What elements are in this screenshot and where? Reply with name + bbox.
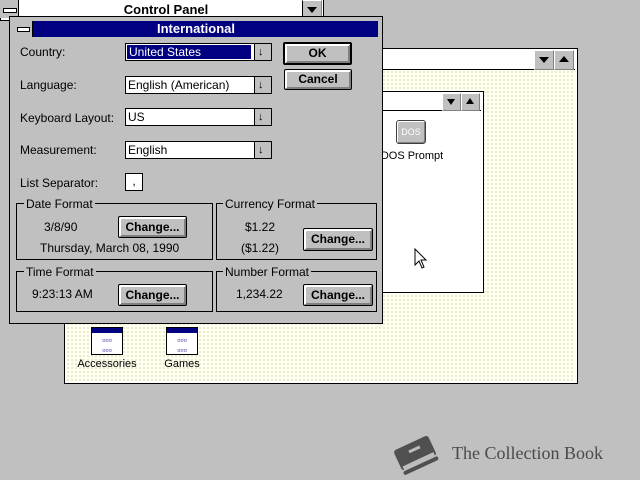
triangle-up-icon bbox=[466, 98, 474, 104]
number-format-change-button[interactable]: Change... bbox=[303, 284, 373, 306]
triangle-down-icon bbox=[539, 57, 549, 63]
date-format-short: 3/8/90 bbox=[44, 220, 78, 234]
international-dialog-title: International bbox=[14, 21, 378, 37]
dialog-system-menu-button[interactable] bbox=[14, 21, 33, 37]
measurement-value: English bbox=[128, 143, 168, 157]
currency-negative-value: ($1.22) bbox=[241, 241, 280, 255]
main-group-maximize-button[interactable] bbox=[461, 93, 480, 111]
accessories-group-label[interactable]: Accessories bbox=[70, 358, 144, 370]
number-format-title: Number Format bbox=[223, 265, 312, 279]
time-format-title: Time Format bbox=[24, 265, 96, 279]
games-group-label[interactable]: Games bbox=[152, 358, 212, 370]
dropdown-arrow-icon[interactable] bbox=[254, 44, 271, 60]
ok-button[interactable]: OK bbox=[283, 42, 352, 65]
keyboard-layout-value: US bbox=[128, 110, 145, 124]
program-items-glyph: ▫▫▫ ▫▫▫ bbox=[177, 335, 187, 355]
program-items-glyph: ▫▫▫ ▫▫▫ bbox=[102, 335, 112, 355]
country-dropdown[interactable]: United States bbox=[125, 43, 272, 61]
program-manager-maximize-button[interactable] bbox=[554, 50, 574, 70]
dropdown-arrow-icon[interactable] bbox=[254, 77, 271, 93]
language-dropdown[interactable]: English (American) bbox=[125, 76, 272, 94]
keyboard-layout-label: Keyboard Layout: bbox=[20, 111, 115, 125]
cancel-button[interactable]: Cancel bbox=[284, 69, 352, 90]
language-label: Language: bbox=[20, 78, 77, 92]
date-format-change-button[interactable]: Change... bbox=[118, 216, 187, 238]
triangle-up-icon bbox=[559, 56, 569, 62]
triangle-down-icon bbox=[307, 7, 317, 13]
time-format-change-button[interactable]: Change... bbox=[118, 284, 187, 306]
list-separator-input[interactable]: , bbox=[125, 173, 143, 191]
accessories-group-icon[interactable]: ▫▫▫ ▫▫▫ bbox=[91, 327, 123, 355]
program-manager-minimize-button[interactable] bbox=[534, 50, 554, 70]
currency-format-title: Currency Format bbox=[223, 197, 318, 211]
keyboard-layout-dropdown[interactable]: US bbox=[125, 108, 272, 126]
measurement-dropdown[interactable]: English bbox=[125, 141, 272, 159]
triangle-down-icon bbox=[447, 99, 455, 105]
country-value: United States bbox=[127, 45, 251, 59]
mouse-pointer-icon bbox=[414, 248, 428, 269]
time-format-value: 9:23:13 AM bbox=[32, 287, 93, 301]
games-group-icon[interactable]: ▫▫▫ ▫▫▫ bbox=[166, 327, 198, 355]
currency-positive-value: $1.22 bbox=[245, 220, 276, 234]
book-icon bbox=[394, 435, 439, 475]
language-value: English (American) bbox=[128, 78, 230, 92]
measurement-label: Measurement: bbox=[20, 143, 97, 157]
watermark-text: The Collection Book bbox=[452, 443, 603, 463]
date-format-title: Date Format bbox=[24, 197, 95, 211]
main-group-minimize-button[interactable] bbox=[442, 93, 461, 111]
dos-prompt-icon[interactable]: DOS bbox=[396, 120, 426, 144]
currency-format-change-button[interactable]: Change... bbox=[303, 228, 373, 251]
number-format-value: 1,234.22 bbox=[236, 287, 283, 301]
list-separator-label: List Separator: bbox=[20, 176, 99, 190]
dropdown-arrow-icon[interactable] bbox=[254, 109, 271, 125]
country-label: Country: bbox=[20, 45, 66, 59]
dropdown-arrow-icon[interactable] bbox=[254, 142, 271, 158]
date-format-long: Thursday, March 08, 1990 bbox=[40, 241, 180, 255]
